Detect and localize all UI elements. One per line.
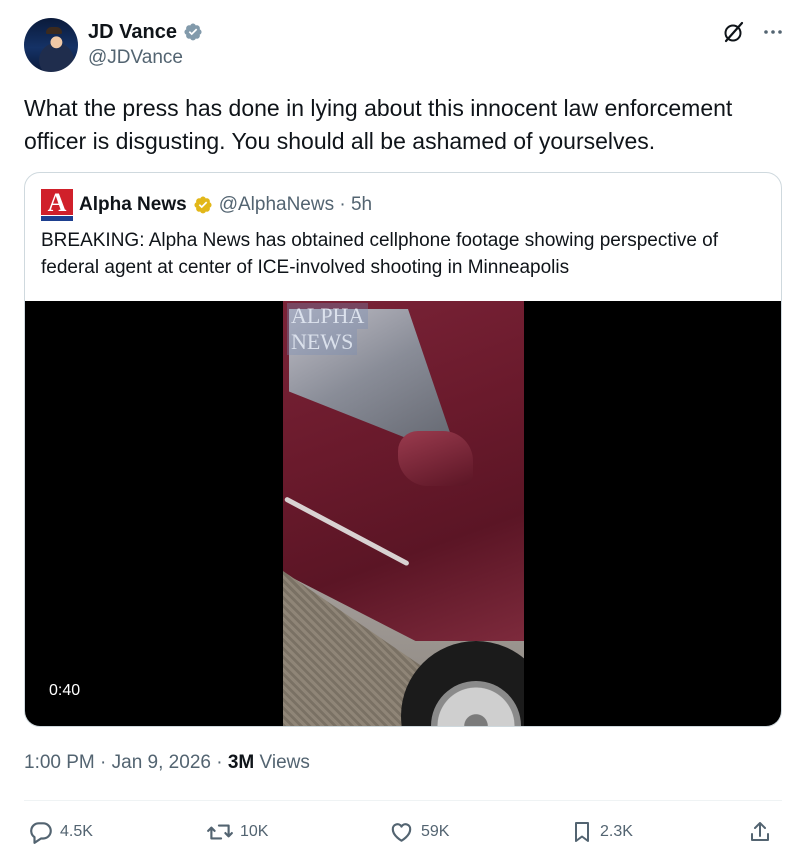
- quoted-tweet-text: BREAKING: Alpha News has obtained cellph…: [41, 230, 719, 278]
- share-button[interactable]: [748, 816, 772, 848]
- quoted-tweet[interactable]: A Alpha News @AlphaNews · 5h BREAKING: A…: [24, 172, 782, 727]
- like-icon: [391, 823, 412, 842]
- author-names: JD Vance @JDVance: [88, 20, 203, 70]
- watermark-line2: NEWS: [287, 329, 358, 355]
- tweet-text: What the press has done in lying about t…: [24, 95, 733, 154]
- reply-button[interactable]: 4.5K: [28, 816, 93, 848]
- quoted-tweet-header: A Alpha News @AlphaNews · 5h: [41, 189, 372, 221]
- quoted-author-handle-time[interactable]: @AlphaNews · 5h: [219, 194, 372, 216]
- views-count: 3M: [227, 752, 255, 773]
- reply-count: 4.5K: [60, 823, 93, 840]
- bookmark-icon: [575, 822, 589, 842]
- like-count: 59K: [421, 823, 450, 840]
- bookmark-button[interactable]: 2.3K: [570, 816, 633, 848]
- reply-icon: [30, 822, 52, 844]
- verified-gold-badge-icon: [194, 196, 212, 214]
- author-display-name[interactable]: JD Vance: [88, 20, 177, 44]
- video-duration: 0:40: [39, 679, 91, 703]
- share-icon: [751, 822, 769, 841]
- video-frame[interactable]: ALPHA NEWS: [283, 301, 524, 726]
- header-actions: [722, 20, 784, 44]
- grok-icon[interactable]: [722, 20, 746, 44]
- author-handle[interactable]: @JDVance: [88, 46, 203, 70]
- alpha-news-logo-letter: A: [41, 189, 73, 217]
- author-display-name-row[interactable]: JD Vance: [88, 20, 203, 44]
- more-icon[interactable]: [762, 21, 784, 43]
- views-label: Views: [254, 752, 310, 773]
- repost-button[interactable]: 10K: [206, 816, 268, 848]
- verified-badge-icon: [184, 23, 202, 41]
- tweet-actions: 4.5K 10K 59K 2.3K: [24, 816, 776, 848]
- alpha-news-logo[interactable]: A: [41, 189, 73, 221]
- repost-icon: [207, 824, 233, 840]
- car-mirror: [398, 431, 473, 486]
- divider: [24, 800, 782, 801]
- tweet-meta: 1:00 PM · Jan 9, 2026 · 3M Views: [24, 750, 310, 776]
- bookmark-count: 2.3K: [600, 823, 633, 840]
- tweet-header: JD Vance @JDVance: [24, 16, 784, 76]
- like-button[interactable]: 59K: [388, 816, 449, 848]
- repost-count: 10K: [240, 823, 269, 840]
- video-player[interactable]: ALPHA NEWS 0:40: [25, 301, 781, 726]
- quoted-author-display-name[interactable]: Alpha News: [79, 194, 187, 216]
- avatar[interactable]: [24, 18, 78, 72]
- tweet-timestamp[interactable]: 1:00 PM · Jan 9, 2026 ·: [24, 752, 228, 773]
- watermark-line1: ALPHA: [287, 303, 369, 329]
- video-watermark: ALPHA NEWS: [287, 303, 369, 355]
